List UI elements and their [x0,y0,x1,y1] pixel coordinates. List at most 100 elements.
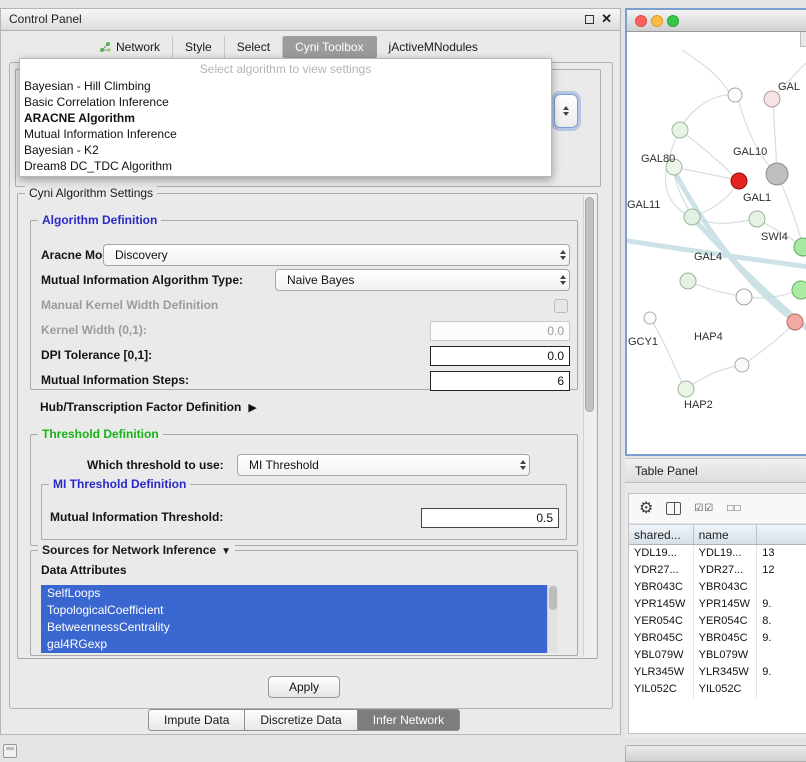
cell[interactable]: YBR045C [629,630,694,647]
cell[interactable]: 9. [757,630,806,647]
cell[interactable]: YER054C [629,613,694,630]
cell[interactable]: YBR043C [629,579,694,596]
cell[interactable]: YDR27... [694,562,758,579]
network-node[interactable] [764,91,780,107]
cell[interactable]: YLR345W [694,664,758,681]
close-traffic-light-icon[interactable] [635,15,647,27]
tab-jactivemnodules[interactable]: jActiveMNodules [377,36,490,58]
table-row[interactable]: YDL19...YDL19...13 [629,545,806,562]
settings-scrollbar[interactable] [583,195,596,657]
node-label[interactable]: HAP2 [684,399,713,411]
attributes-scrollbar[interactable] [547,585,558,653]
hub-definition-toggle[interactable]: Hub/Transcription Factor Definition ▶ [40,400,257,414]
cell[interactable]: YDR27... [629,562,694,579]
algorithm-option[interactable]: Mutual Information Inference [20,126,551,142]
manual-kernel-checkbox[interactable] [554,299,568,313]
attribute-item-selected[interactable]: SelfLoops [41,585,547,602]
control-panel-titlebar[interactable]: Control Panel ✕ [1,9,620,31]
cell[interactable]: YBL079W [694,647,758,664]
table-row[interactable]: YBL079WYBL079W [629,647,806,664]
node-label[interactable]: GAL4 [694,251,722,263]
network-node[interactable] [736,289,752,305]
column-header-clipped[interactable] [757,524,806,545]
network-node[interactable] [684,209,700,225]
cell[interactable]: 8. [757,613,806,630]
tab-infer-network[interactable]: Infer Network [358,709,460,731]
network-node[interactable] [728,88,742,102]
network-node[interactable] [792,281,806,299]
table-row[interactable]: YER054CYER054C8. [629,613,806,630]
attribute-item-selected[interactable]: gal4RGexp [41,636,547,653]
network-node[interactable] [735,358,749,372]
settings-scrollbar-thumb[interactable] [585,197,594,412]
table-row[interactable]: YDR27...YDR27...12 [629,562,806,579]
close-window-icon[interactable]: ✕ [601,11,612,27]
cell[interactable]: YPR145W [629,596,694,613]
tab-network[interactable]: Network [87,36,173,58]
deselect-columns-icon[interactable]: □□ [727,503,741,514]
cell[interactable]: YDL19... [629,545,694,562]
network-node[interactable] [678,381,694,397]
cell[interactable]: YIL052C [629,681,694,698]
network-node[interactable] [794,238,806,256]
network-node[interactable] [672,122,688,138]
algorithm-option-selected[interactable]: ARACNE Algorithm [20,110,551,126]
attributes-scrollbar-thumb[interactable] [549,586,557,610]
node-label[interactable]: HAP4 [694,331,723,343]
cell[interactable]: YBL079W [629,647,694,664]
minimize-traffic-light-icon[interactable] [651,15,663,27]
network-window-titlebar[interactable] [627,10,806,32]
tab-impute-data[interactable]: Impute Data [148,709,245,731]
column-header-name[interactable]: name [694,524,758,545]
column-header-shared-name[interactable]: shared... [629,524,694,545]
kernel-width-field[interactable]: 0.0 [430,321,570,341]
network-node[interactable] [787,314,803,330]
network-node[interactable] [644,312,656,324]
zoom-traffic-light-icon[interactable] [667,15,679,27]
table-settings-gear-icon[interactable]: ⚙ [639,501,653,517]
panel-corner-icon[interactable] [3,744,17,758]
table-row[interactable]: YIL052CYIL052C [629,681,806,698]
network-node-red[interactable] [731,173,747,189]
cell[interactable] [757,681,806,698]
cell[interactable]: 9. [757,664,806,681]
node-label[interactable]: GAL10 [733,146,767,158]
table-row[interactable]: YBR043CYBR043C [629,579,806,596]
tab-cyni-toolbox[interactable]: Cyni Toolbox [283,36,376,58]
table-row[interactable]: YPR145WYPR145W9. [629,596,806,613]
algorithm-option[interactable]: Dream8 DC_TDC Algorithm [20,158,551,174]
cell[interactable]: YBR045C [694,630,758,647]
cell[interactable]: YBR043C [694,579,758,596]
sources-toggle[interactable]: Sources for Network Inference▼ [38,543,235,557]
algorithm-option[interactable]: Bayesian - K2 [20,142,551,158]
node-label[interactable]: GAL11 [627,199,660,211]
table-row[interactable]: YLR345WYLR345W9. [629,664,806,681]
node-label[interactable]: GAL80 [641,153,675,165]
aracne-mode-select[interactable]: Discovery [103,244,570,266]
apply-button[interactable]: Apply [268,676,340,698]
network-node-gray[interactable] [766,163,788,185]
select-all-columns-icon[interactable]: ☑☑ [694,503,714,514]
mi-threshold-field[interactable]: 0.5 [421,508,559,528]
collapsed-panel-bar[interactable] [625,745,806,762]
tab-select[interactable]: Select [225,36,283,58]
mi-type-select[interactable]: Naive Bayes [275,269,570,291]
tab-style[interactable]: Style [173,36,225,58]
cell[interactable]: 9. [757,596,806,613]
node-label[interactable]: GAL [778,81,800,93]
cell[interactable]: 13 [757,545,806,562]
network-canvas[interactable]: GAL80 GAL10 GAL11 GAL1 SWI4 GAL4 GCY1 HA… [627,32,806,454]
network-node[interactable] [749,211,765,227]
which-threshold-select[interactable]: MI Threshold [237,454,530,476]
table-row[interactable]: YBR045CYBR045C9. [629,630,806,647]
algorithm-combo-button[interactable] [554,94,578,128]
node-label[interactable]: GCY1 [628,336,658,348]
node-label[interactable]: SWI4 [761,231,788,243]
cell[interactable] [757,579,806,596]
attribute-item-selected[interactable]: BetweennessCentrality [41,619,547,636]
float-window-icon[interactable] [585,15,594,24]
cell[interactable]: YER054C [694,613,758,630]
algorithm-option[interactable]: Basic Correlation Inference [20,94,551,110]
cell[interactable]: 12 [757,562,806,579]
dpi-tolerance-field[interactable]: 0.0 [430,346,570,366]
